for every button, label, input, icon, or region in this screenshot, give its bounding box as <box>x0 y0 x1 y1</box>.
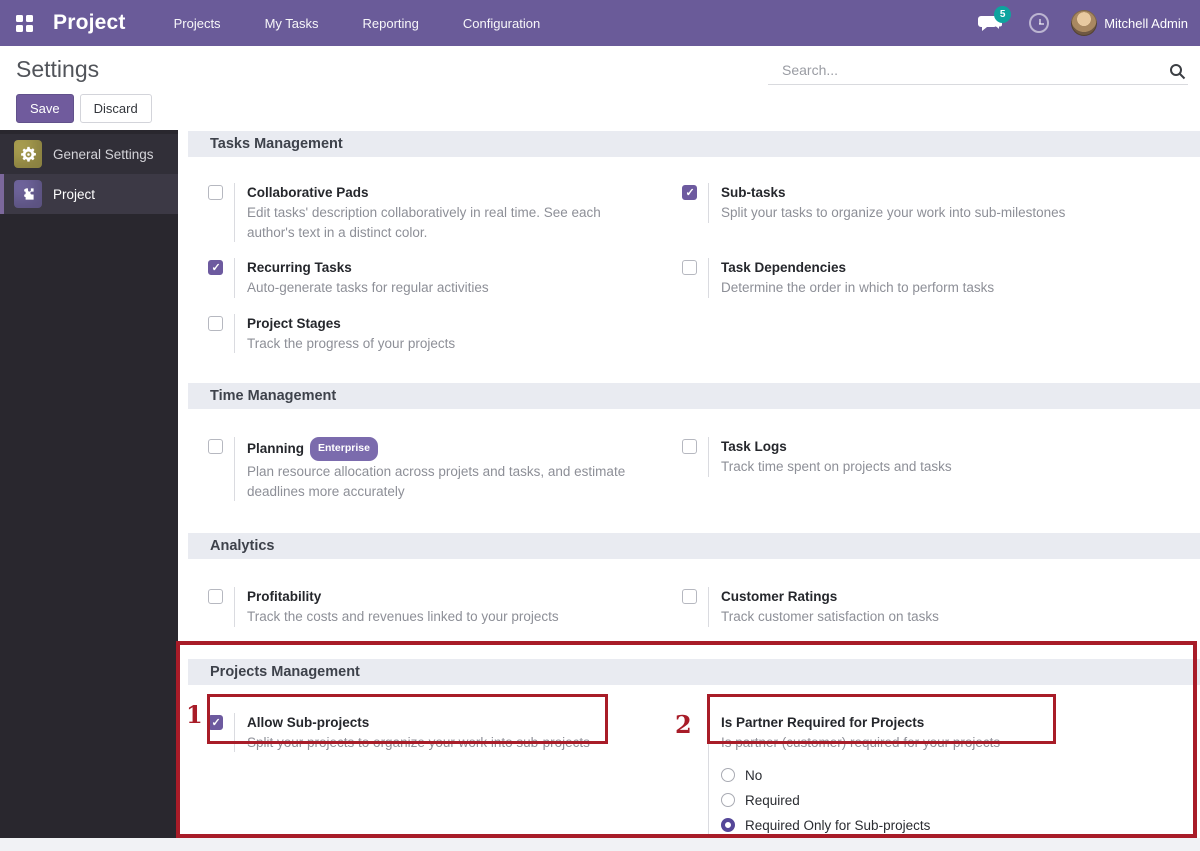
gear-icon <box>14 140 42 168</box>
menu-my-tasks[interactable]: My Tasks <box>265 16 319 31</box>
setting-label[interactable]: Is Partner Required for Projects <box>721 713 1000 732</box>
setting-label[interactable]: Task Dependencies <box>721 258 994 277</box>
settings-content: Tasks Management Collaborative Pads Edit… <box>178 130 1200 838</box>
radio-option-no[interactable]: No <box>721 765 1000 785</box>
setting-desc: Auto-generate tasks for regular activiti… <box>247 280 489 295</box>
radio-option-required[interactable]: Required <box>721 790 1000 810</box>
menu-projects[interactable]: Projects <box>174 16 221 31</box>
tasks-management-grid: Collaborative Pads Edit tasks' descripti… <box>178 183 1200 353</box>
user-name: Mitchell Admin <box>1104 15 1188 31</box>
sidebar-item-project[interactable]: Project <box>0 174 178 214</box>
collaborative-pads-checkbox[interactable] <box>208 185 223 200</box>
setting-label[interactable]: Recurring Tasks <box>247 258 489 277</box>
control-panel: Settings Save Discard <box>0 46 1200 130</box>
radio-label: Required <box>745 792 800 808</box>
radio-label: No <box>745 767 763 783</box>
navbar-right: 5 Mitchell Admin <box>977 6 1188 36</box>
setting-desc: Split your tasks to organize your work i… <box>721 205 1066 220</box>
setting-task-logs: Task Logs Track time spent on projects a… <box>682 437 1200 501</box>
setting-label[interactable]: Profitability <box>247 587 559 606</box>
setting-label[interactable]: Task Logs <box>721 437 952 456</box>
setting-task-dependencies: Task Dependencies Determine the order in… <box>682 258 1200 298</box>
messages-count-badge: 5 <box>994 6 1012 23</box>
save-button[interactable]: Save <box>16 94 74 123</box>
app-brand[interactable]: Project <box>53 11 126 35</box>
allow-sub-projects-checkbox[interactable] <box>208 714 223 730</box>
nav-menus: Projects My Tasks Reporting Configuratio… <box>174 16 541 31</box>
section-header-tasks-management: Tasks Management <box>188 131 1200 157</box>
messages-icon[interactable]: 5 <box>977 6 1012 36</box>
planning-checkbox[interactable] <box>208 439 223 454</box>
setting-label[interactable]: Collaborative Pads <box>247 183 626 202</box>
sidebar-item-label: Project <box>53 186 96 202</box>
activity-clock-icon[interactable] <box>1029 13 1050 33</box>
customer-ratings-checkbox[interactable] <box>682 589 697 604</box>
settings-sidebar: General Settings Project <box>0 130 178 838</box>
search-input[interactable] <box>768 58 1188 85</box>
setting-collaborative-pads: Collaborative Pads Edit tasks' descripti… <box>208 183 682 242</box>
setting-planning: Planning Enterprise Plan resource allocat… <box>208 437 682 501</box>
setting-project-stages: Project Stages Track the progress of you… <box>208 313 682 353</box>
search-box <box>768 58 1188 85</box>
bottom-strip <box>0 838 1200 851</box>
puzzle-icon <box>14 180 42 208</box>
discard-button[interactable]: Discard <box>79 94 152 123</box>
partner-required-radio-group: No Required Required Only for Sub-projec… <box>721 765 1000 835</box>
setting-is-partner-required: Is Partner Required for Projects Is part… <box>682 712 1200 838</box>
search-icon[interactable] <box>1169 63 1186 80</box>
sub-tasks-checkbox[interactable] <box>682 185 697 200</box>
setting-label[interactable]: Allow Sub-projects <box>247 713 590 732</box>
setting-desc: Split your projects to organize your wor… <box>247 734 590 750</box>
setting-label[interactable]: Planning Enterprise <box>247 437 626 461</box>
recurring-tasks-checkbox[interactable] <box>208 260 223 275</box>
radio-circle[interactable] <box>721 793 735 807</box>
profitability-checkbox[interactable] <box>208 589 223 604</box>
setting-desc: Track customer satisfaction on tasks <box>721 609 939 624</box>
enterprise-badge[interactable]: Enterprise <box>310 437 378 461</box>
setting-profitability: Profitability Track the costs and revenu… <box>208 587 682 627</box>
radio-option-required-only-sub-projects[interactable]: Required Only for Sub-projects <box>721 815 1000 835</box>
radio-circle[interactable] <box>721 768 735 782</box>
menu-reporting[interactable]: Reporting <box>363 16 419 31</box>
task-logs-checkbox[interactable] <box>682 439 697 454</box>
avatar <box>1071 10 1098 36</box>
setting-allow-sub-projects: Allow Sub-projects Split your projects t… <box>208 712 682 839</box>
setting-desc: Edit tasks' description collaboratively … <box>247 205 601 240</box>
setting-desc: Determine the order in which to perform … <box>721 280 995 295</box>
section-header-projects-management: Projects Management <box>188 658 1200 685</box>
menu-configuration[interactable]: Configuration <box>463 16 540 31</box>
setting-label[interactable]: Customer Ratings <box>721 587 939 606</box>
settings-main: General Settings Project Tasks Managemen… <box>0 130 1200 838</box>
projects-management-grid: Allow Sub-projects Split your projects t… <box>178 712 1200 839</box>
analytics-grid: Profitability Track the costs and revenu… <box>178 587 1200 627</box>
setting-sub-tasks: Sub-tasks Split your tasks to organize y… <box>682 183 1200 242</box>
setting-customer-ratings: Customer Ratings Track customer satisfac… <box>682 587 1200 627</box>
setting-desc: Is partner (customer) required for your … <box>721 734 1001 750</box>
task-dependencies-checkbox[interactable] <box>682 260 697 275</box>
setting-label-text: Planning <box>247 441 304 456</box>
setting-recurring-tasks: Recurring Tasks Auto-generate tasks for … <box>208 258 682 298</box>
section-header-time-management: Time Management <box>188 383 1200 409</box>
sidebar-item-general-settings[interactable]: General Settings <box>0 134 178 174</box>
setting-desc: Plan resource allocation across projets … <box>247 464 626 499</box>
setting-desc: Track time spent on projects and tasks <box>721 459 952 474</box>
setting-label[interactable]: Project Stages <box>247 314 455 333</box>
radio-label: Required Only for Sub-projects <box>745 817 931 833</box>
time-management-grid: Planning Enterprise Plan resource allocat… <box>178 437 1200 501</box>
setting-desc: Track the progress of your projects <box>247 335 456 351</box>
project-settings-page: Project Projects My Tasks Reporting Conf… <box>0 0 1200 851</box>
sidebar-item-label: General Settings <box>53 146 154 162</box>
user-menu[interactable]: Mitchell Admin <box>1071 10 1188 36</box>
project-stages-checkbox[interactable] <box>208 315 223 331</box>
section-header-analytics: Analytics <box>188 533 1200 559</box>
setting-label[interactable]: Sub-tasks <box>721 183 1065 202</box>
apps-menu-icon[interactable] <box>16 14 33 32</box>
radio-circle[interactable] <box>721 818 735 832</box>
control-buttons: Save Discard <box>16 94 1200 123</box>
top-navbar: Project Projects My Tasks Reporting Conf… <box>0 0 1200 46</box>
setting-desc: Track the costs and revenues linked to y… <box>247 609 559 624</box>
